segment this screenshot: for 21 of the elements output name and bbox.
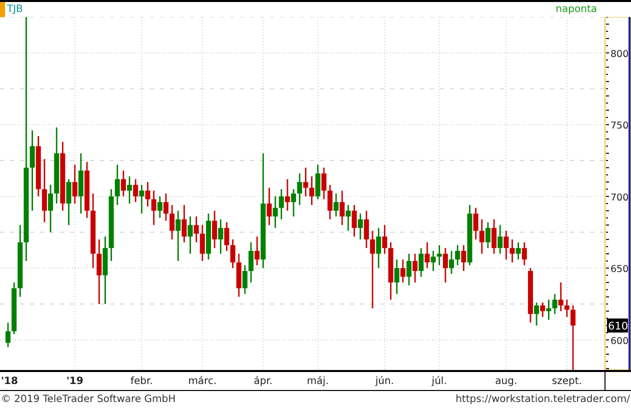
axis-label: jún.	[375, 376, 394, 387]
interval-label: naponta	[556, 4, 597, 15]
axis-label: aug.	[495, 376, 518, 387]
axis-label: '18	[1, 376, 18, 387]
axis-label: 800	[610, 48, 629, 60]
axis-label: máj.	[306, 376, 329, 387]
axis-label: márc.	[188, 376, 217, 387]
axis-label: júl.	[432, 376, 447, 387]
axis-label: ápr.	[254, 376, 273, 387]
axis-label: szept.	[552, 376, 582, 387]
axis-label: febr.	[130, 376, 153, 387]
symbol-marker	[0, 2, 5, 17]
axis-label: '19	[66, 376, 84, 387]
symbol-label: TJB	[7, 4, 23, 15]
last-price-tag: 610	[607, 318, 628, 333]
axis-label: 650	[610, 264, 629, 276]
url-link[interactable]: https://workstation.teletrader.com/	[456, 394, 630, 405]
axis-label: 700	[610, 192, 629, 204]
axis-label: 600	[610, 336, 629, 347]
copyright-text: © 2019 TeleTrader Software GmbH	[1, 394, 176, 405]
axis-label: 750	[610, 120, 629, 132]
